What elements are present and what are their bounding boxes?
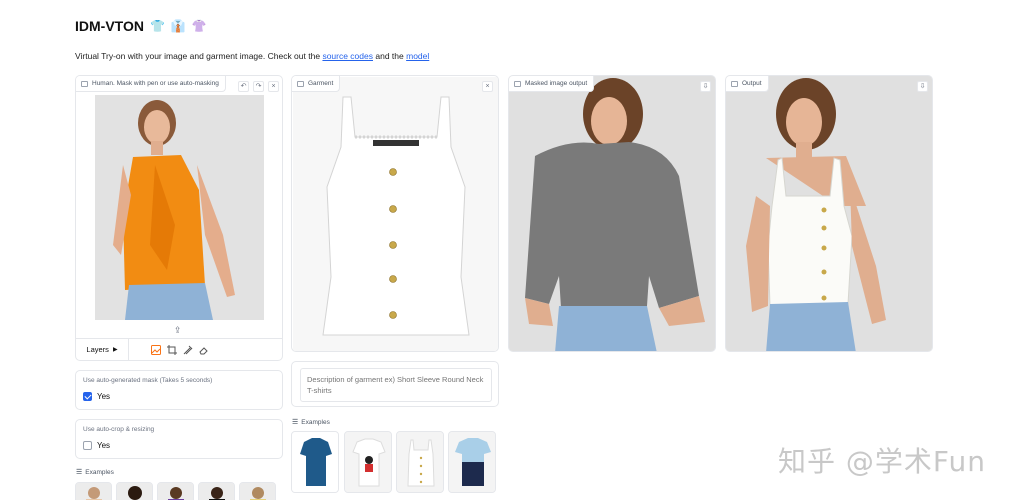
auto-mask-panel: Use auto-generated mask (Takes 5 seconds…	[75, 370, 283, 410]
masked-download-button[interactable]: ⇩	[700, 81, 711, 92]
editor-toolbar: Layers ▶	[76, 338, 282, 360]
auto-mask-checkbox-row[interactable]: Yes	[83, 392, 110, 401]
auto-crop-checkbox-row[interactable]: Yes	[83, 441, 110, 450]
output-image-panel: Output ⇩	[725, 75, 933, 352]
garment-example-blue-top[interactable]	[291, 431, 339, 493]
image-icon	[731, 80, 738, 87]
model-link[interactable]: model	[406, 51, 429, 61]
garment-image[interactable]	[293, 77, 498, 351]
mickey-tee-thumb	[345, 432, 391, 492]
human-example-2-thumb	[117, 483, 152, 500]
brush-icon[interactable]	[183, 345, 193, 355]
garment-example-navy-tee[interactable]	[448, 431, 496, 493]
output-download-button[interactable]: ⇩	[917, 81, 928, 92]
human-example-3[interactable]	[157, 482, 194, 500]
caret-right-icon: ▶	[112, 347, 118, 353]
human-example-5-thumb	[240, 483, 275, 500]
garment-examples-label: ☰ Examples	[292, 418, 330, 427]
dress-shirt-emoji-icon: 👔	[170, 19, 186, 33]
subtitle-text: Virtual Try-on with your image and garme…	[75, 51, 321, 61]
image-icon	[514, 80, 521, 87]
garment-examples-label-text: Examples	[301, 418, 330, 426]
app-title: IDM-VTON 👕 👔 👚	[75, 18, 207, 34]
human-example-4[interactable]	[198, 482, 235, 500]
human-example-3-thumb	[158, 483, 193, 500]
auto-crop-checkbox[interactable]	[83, 441, 92, 450]
close-button[interactable]: ×	[268, 81, 279, 92]
list-icon: ☰	[76, 469, 83, 476]
image-icon	[81, 80, 88, 87]
output-panel-label: Output	[726, 76, 769, 92]
human-example-1-thumb	[76, 483, 111, 500]
subtitle-mid-text: and the	[375, 51, 404, 61]
watermark: 知乎 @学术Fun	[778, 445, 986, 478]
human-photo-figure	[95, 95, 264, 320]
source-codes-link[interactable]: source codes	[322, 51, 373, 61]
garment-panel-label: Garment	[292, 76, 341, 92]
output-label-text: Output	[742, 80, 762, 87]
auto-mask-label: Use auto-generated mask (Takes 5 seconds…	[83, 377, 213, 384]
undo-button[interactable]: ↶	[238, 81, 249, 92]
list-icon: ☰	[292, 419, 299, 426]
layers-label: Layers	[86, 345, 109, 354]
masked-image	[509, 76, 715, 351]
masked-image-panel: Masked image output ⇩	[508, 75, 716, 352]
tool-icons	[151, 344, 209, 355]
layers-button[interactable]: Layers ▶	[76, 338, 129, 360]
garment-label-text: Garment	[308, 80, 334, 87]
upload-icon[interactable]: ⇪	[174, 325, 182, 336]
subtitle: Virtual Try-on with your image and garme…	[75, 51, 429, 61]
human-example-2[interactable]	[116, 482, 153, 500]
human-example-1[interactable]	[75, 482, 112, 500]
garment-description-input[interactable]	[300, 368, 492, 402]
human-image[interactable]	[95, 95, 264, 320]
image-icon	[297, 80, 304, 87]
human-example-4-thumb	[199, 483, 234, 500]
auto-mask-checkbox[interactable]	[83, 392, 92, 401]
garment-photo-figure	[293, 77, 498, 351]
description-panel	[291, 361, 499, 407]
shirt-emoji-icon: 👕	[149, 19, 165, 33]
human-panel-label: Human. Mask with pen or use auto-masking	[76, 76, 226, 92]
human-label-text: Human. Mask with pen or use auto-masking	[92, 80, 219, 87]
masked-photo-figure	[509, 76, 715, 351]
white-cami-thumb	[397, 432, 443, 492]
masked-panel-label: Masked image output	[509, 76, 595, 92]
garment-example-mickey-tee[interactable]	[344, 431, 392, 493]
blue-top-thumb	[292, 432, 338, 492]
navy-tee-thumb	[449, 432, 495, 492]
eraser-icon[interactable]	[199, 345, 209, 355]
auto-mask-option-label: Yes	[97, 392, 111, 401]
garment-example-white-cami[interactable]	[396, 431, 444, 493]
title-text: IDM-VTON	[75, 18, 144, 34]
human-examples-label-text: Examples	[85, 468, 114, 476]
garment-close-button[interactable]: ×	[482, 81, 493, 92]
auto-crop-label: Use auto-crop & resizing	[83, 426, 155, 433]
auto-crop-option-label: Yes	[97, 441, 111, 450]
blouse-emoji-icon: 👚	[191, 19, 207, 33]
garment-image-panel[interactable]: Garment ×	[291, 75, 499, 352]
auto-crop-panel: Use auto-crop & resizing Yes	[75, 419, 283, 459]
human-example-5[interactable]	[239, 482, 276, 500]
redo-button[interactable]: ↷	[253, 81, 264, 92]
masked-label-text: Masked image output	[525, 80, 588, 87]
crop-icon[interactable]	[167, 344, 177, 355]
output-image	[726, 76, 932, 351]
human-image-editor[interactable]: Human. Mask with pen or use auto-masking…	[75, 75, 283, 361]
image-tool-icon[interactable]	[151, 344, 161, 355]
output-photo-figure	[726, 76, 932, 351]
human-examples-label: ☰ Examples	[76, 468, 114, 477]
